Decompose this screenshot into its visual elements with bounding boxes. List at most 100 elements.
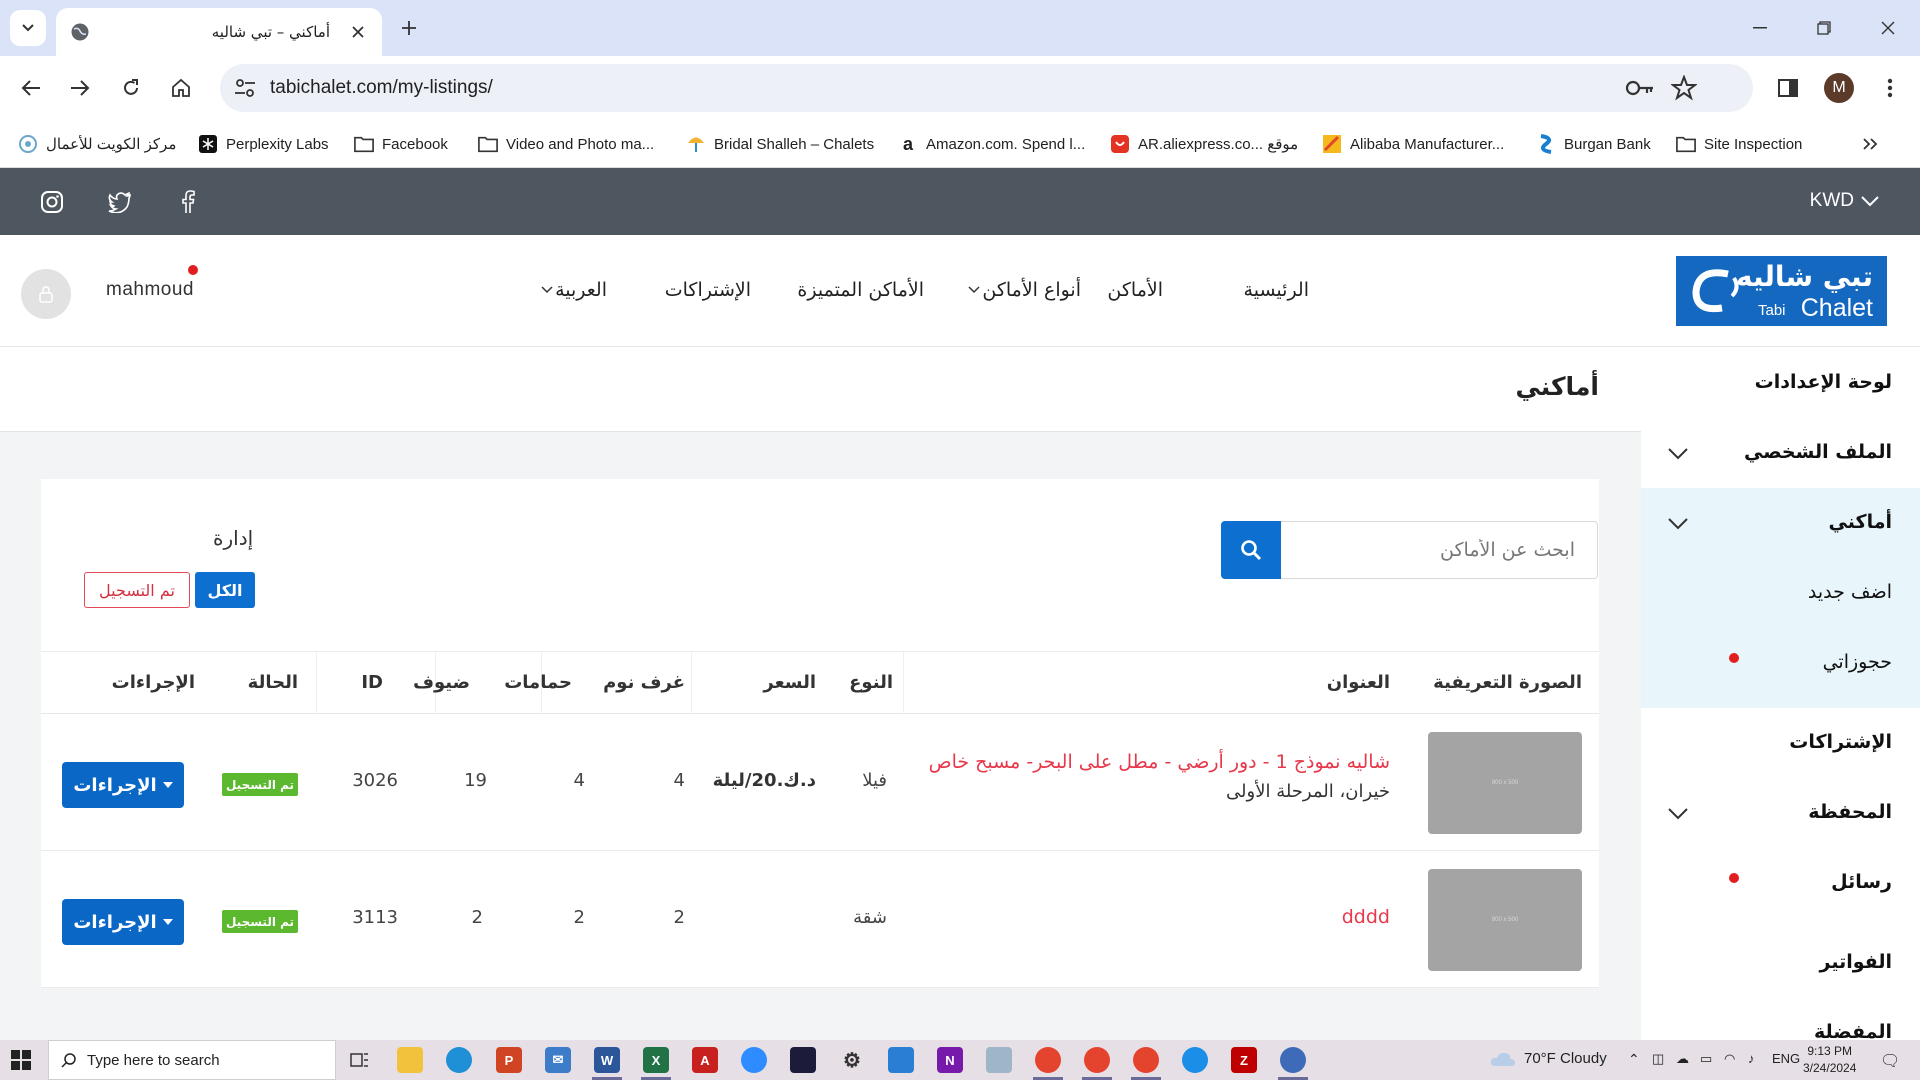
new-tab-button[interactable] — [394, 13, 424, 43]
avatar[interactable] — [21, 269, 71, 319]
search-input[interactable] — [1281, 522, 1597, 578]
task-view-icon[interactable] — [347, 1047, 373, 1073]
bookmark-kbc[interactable]: مركز الكويت للأعمال — [18, 132, 176, 156]
language-indicator[interactable]: ENG — [1772, 1051, 1800, 1066]
sidebar-item-subscriptions[interactable]: الإشتراكات — [1789, 731, 1892, 753]
wifi-icon[interactable]: ◠ — [1724, 1051, 1735, 1067]
reload-button[interactable] — [113, 70, 149, 106]
sidebar-item-messages[interactable]: رسائل — [1831, 871, 1892, 893]
chrome-icon[interactable] — [1035, 1047, 1061, 1073]
chrome-profile-icon[interactable] — [1084, 1047, 1110, 1073]
bookmark-aliexpress[interactable]: AR.aliexpress.co... موقع — [1110, 132, 1298, 156]
powerpoint-icon[interactable]: P — [496, 1047, 522, 1073]
edge-icon[interactable] — [446, 1047, 472, 1073]
close-tab-icon[interactable] — [348, 22, 368, 42]
actions-dropdown-button[interactable]: الإجراءات — [62, 762, 184, 808]
taskbar-search[interactable]: Type here to search — [48, 1040, 336, 1080]
bookmark-site-inspection-folder[interactable]: Site Inspection — [1676, 132, 1802, 156]
nav-featured[interactable]: الأماكن المتميزة — [797, 279, 924, 301]
twitter-icon[interactable] — [106, 188, 134, 216]
sidebar-item-dashboard[interactable]: لوحة الإعدادات — [1755, 371, 1892, 393]
chevron-down-icon[interactable] — [1667, 517, 1689, 531]
home-icon — [172, 78, 190, 97]
browser-tab-active[interactable]: أماكني – تبي شاليه — [56, 8, 382, 56]
filter-registered-button[interactable]: تم التسجيل — [84, 572, 190, 608]
bookmark-facebook-folder[interactable]: Facebook — [354, 132, 448, 156]
instagram-icon[interactable] — [38, 188, 66, 216]
currency-selector[interactable]: KWD — [1810, 190, 1880, 212]
close-window-button[interactable] — [1870, 12, 1906, 44]
side-panel-button[interactable] — [1770, 70, 1806, 106]
app-icon[interactable] — [986, 1047, 1012, 1073]
restore-button[interactable] — [1806, 12, 1842, 44]
tab-search-button[interactable] — [10, 10, 46, 46]
windows-start-icon[interactable] — [10, 1049, 32, 1071]
notifications-icon[interactable]: 🗨 — [1880, 1051, 1900, 1071]
bookmark-bridal-shalleh[interactable]: Bridal Shalleh – Chalets — [686, 132, 874, 156]
clock[interactable]: 9:13 PM 3/24/2024 — [1803, 1043, 1856, 1077]
minimize-icon — [1753, 27, 1767, 29]
listing-thumbnail[interactable]: 800 x 500 — [1428, 869, 1582, 971]
nav-subscriptions[interactable]: الإشتراكات — [665, 279, 751, 301]
site-logo[interactable]: تبي شاليه Tabi Chalet — [1676, 256, 1887, 326]
more-bookmarks-button[interactable] — [1862, 132, 1878, 156]
site-settings-icon[interactable] — [234, 78, 256, 98]
mail-icon[interactable]: ✉ — [545, 1047, 571, 1073]
onedrive-icon[interactable]: ☁ — [1676, 1051, 1689, 1067]
chevron-down-icon[interactable] — [1667, 447, 1689, 461]
back-button[interactable] — [13, 70, 49, 106]
word-icon[interactable]: W — [594, 1047, 620, 1073]
minimize-button[interactable] — [1742, 12, 1778, 44]
volume-icon[interactable]: ♪ — [1748, 1051, 1755, 1066]
weather-widget[interactable]: 70°F Cloudy — [1490, 1050, 1607, 1067]
photos-icon[interactable] — [888, 1047, 914, 1073]
battery-icon[interactable]: ▭ — [1700, 1051, 1712, 1067]
app-icon[interactable] — [1182, 1047, 1208, 1073]
chrome-profile-icon[interactable] — [1133, 1047, 1159, 1073]
actions-dropdown-button[interactable]: الإجراءات — [62, 899, 184, 945]
tray-chevron-up-icon[interactable]: ⌃ — [1628, 1051, 1640, 1068]
profile-button[interactable]: M — [1821, 70, 1857, 106]
tray-app-icon[interactable]: ◫ — [1652, 1051, 1664, 1067]
flipboard-icon[interactable] — [790, 1047, 816, 1073]
user-name[interactable]: mahmoud — [106, 279, 194, 301]
nav-home[interactable]: الرئيسية — [1244, 279, 1309, 301]
bookmark-video-folder[interactable]: Video and Photo ma... — [478, 132, 654, 156]
acrobat-icon[interactable]: A — [692, 1047, 718, 1073]
nav-places[interactable]: الأماكن — [1107, 279, 1163, 301]
onenote-icon[interactable]: N — [937, 1047, 963, 1073]
sidebar-item-wallet[interactable]: المحفظة — [1808, 801, 1892, 823]
sidebar-item-add-new[interactable]: اضف جديد — [1808, 581, 1892, 603]
key-icon[interactable] — [1625, 76, 1655, 100]
app-icon[interactable] — [1280, 1047, 1306, 1073]
bookmark-alibaba[interactable]: Alibaba Manufacturer... — [1322, 132, 1504, 156]
bookmark-amazon[interactable]: a Amazon.com. Spend l... — [898, 132, 1085, 156]
url-text[interactable]: tabichalet.com/my-listings/ — [270, 77, 493, 99]
chevron-down-icon[interactable] — [1667, 807, 1689, 821]
sidebar-item-my-bookings[interactable]: حجوزاتي — [1823, 651, 1892, 673]
address-bar[interactable]: tabichalet.com/my-listings/ — [220, 64, 1753, 112]
nav-language[interactable]: العربية — [541, 279, 607, 301]
search-button[interactable] — [1221, 521, 1281, 579]
bookmark-star-icon[interactable] — [1671, 75, 1697, 101]
filezilla-icon[interactable]: Z — [1231, 1047, 1257, 1073]
home-button[interactable] — [163, 70, 199, 106]
file-explorer-icon[interactable] — [397, 1047, 423, 1073]
listing-title-link[interactable]: شاليه نموذج 1 - دور أرضي - مطل على البحر… — [929, 751, 1390, 773]
filter-all-button[interactable]: الكل — [195, 572, 255, 608]
bookmark-burgan-bank[interactable]: Burgan Bank — [1536, 132, 1651, 156]
zoom-icon[interactable] — [741, 1047, 767, 1073]
listing-title-link[interactable]: dddd — [1342, 906, 1390, 928]
table-header: الصورة التعريفية العنوان النوع السعر غرف… — [41, 651, 1599, 714]
listing-thumbnail[interactable]: 800 x 500 — [1428, 732, 1582, 834]
sidebar-item-profile[interactable]: الملف الشخصي — [1744, 441, 1892, 463]
bookmark-perplexity[interactable]: Perplexity Labs — [198, 132, 329, 156]
forward-button[interactable] — [62, 70, 98, 106]
excel-icon[interactable]: X — [643, 1047, 669, 1073]
settings-gear-icon[interactable]: ⚙ — [839, 1047, 865, 1073]
nav-place-types[interactable]: أنواع الأماكن — [968, 279, 1081, 301]
facebook-icon[interactable] — [174, 188, 202, 216]
browser-menu-button[interactable] — [1872, 70, 1908, 106]
sidebar-item-my-places[interactable]: أماكني — [1829, 511, 1892, 533]
sidebar-item-invoices[interactable]: الفواتير — [1820, 951, 1892, 973]
